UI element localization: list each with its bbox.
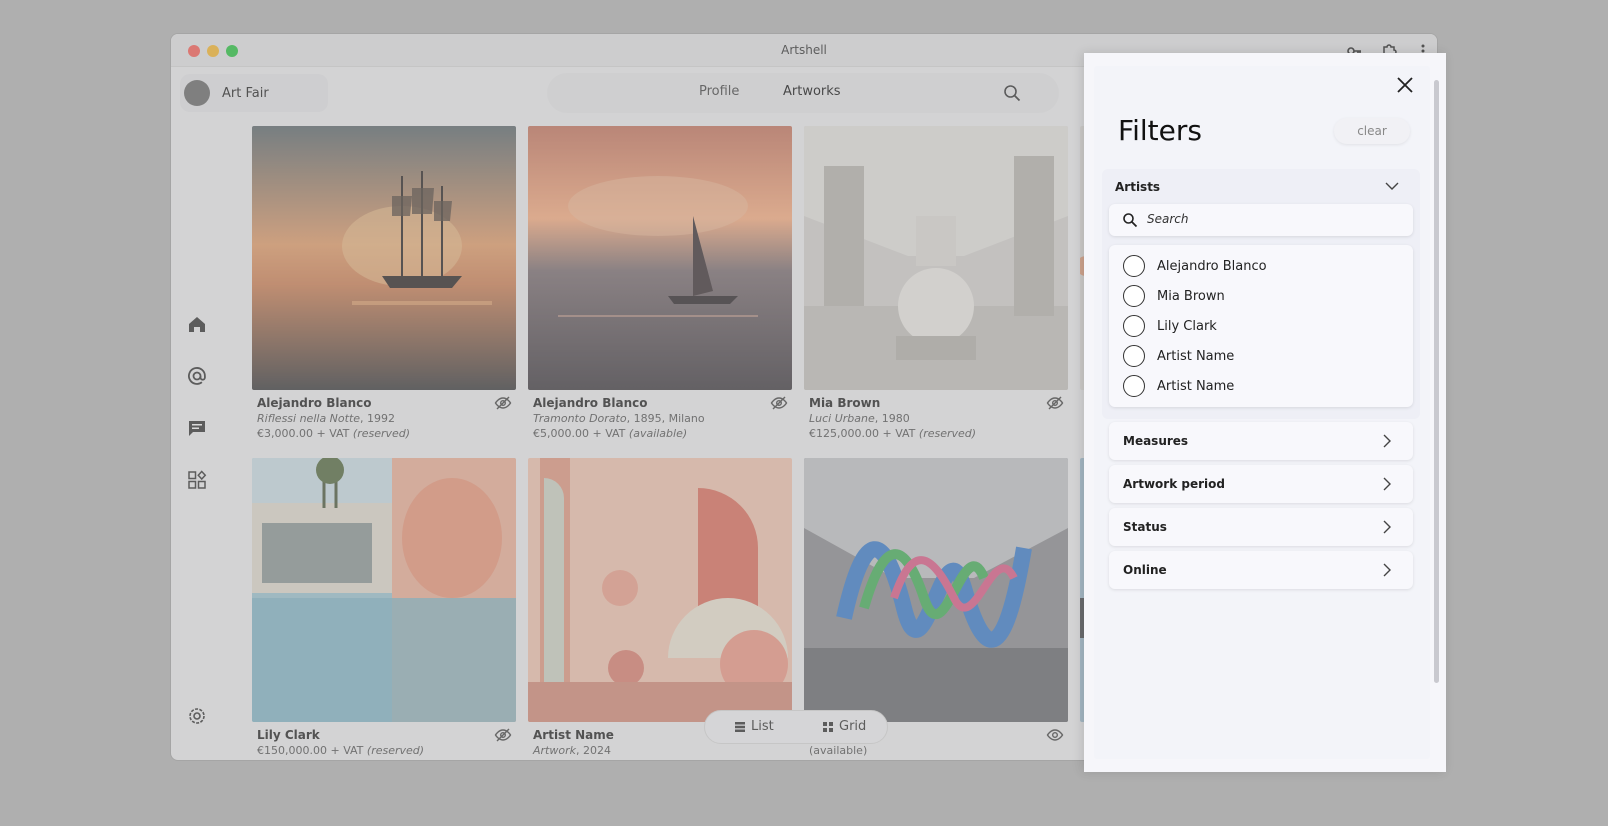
artist-option[interactable]: Mia Brown [1123, 285, 1225, 307]
radio-button[interactable] [1123, 285, 1145, 307]
section-title: Artwork period [1123, 477, 1225, 491]
section-title: Status [1123, 520, 1167, 534]
chevron-right-icon [1379, 519, 1395, 535]
clear-filters-button[interactable]: clear [1334, 118, 1410, 144]
artists-filter-section: Artists Search Alejandro Blanco Mia Brow… [1102, 169, 1420, 419]
filters-panel-content: Filters clear Artists Search Alejandro B… [1094, 66, 1439, 759]
artist-search-input[interactable]: Search [1109, 204, 1413, 236]
section-title: Measures [1123, 434, 1189, 448]
chevron-right-icon [1379, 476, 1395, 492]
artist-option[interactable]: Artist Name [1123, 375, 1234, 397]
chevron-down-icon[interactable] [1384, 178, 1400, 194]
radio-button[interactable] [1123, 375, 1145, 397]
search-icon [1122, 212, 1138, 228]
chevron-right-icon [1379, 562, 1395, 578]
artist-search-placeholder: Search [1147, 212, 1189, 226]
artist-option-label: Alejandro Blanco [1157, 258, 1267, 274]
artist-option[interactable]: Artist Name [1123, 345, 1234, 367]
section-title: Online [1123, 563, 1167, 577]
status-filter-section[interactable]: Status [1109, 508, 1413, 546]
artist-option-label: Artist Name [1157, 378, 1235, 394]
artists-section-title[interactable]: Artists [1115, 180, 1160, 194]
filters-title: Filters [1118, 114, 1202, 147]
artwork-period-filter-section[interactable]: Artwork period [1109, 465, 1413, 503]
radio-button[interactable] [1123, 255, 1145, 277]
panel-scrollbar[interactable] [1434, 80, 1439, 683]
artist-option[interactable]: Lily Clark [1123, 315, 1217, 337]
close-icon[interactable] [1394, 74, 1416, 96]
measures-filter-section[interactable]: Measures [1109, 422, 1413, 460]
artist-option-label: Artist Name [1157, 348, 1235, 364]
filters-panel: Filters clear Artists Search Alejandro B… [1084, 53, 1446, 772]
artist-option[interactable]: Alejandro Blanco [1123, 255, 1267, 277]
artist-options-list: Alejandro Blanco Mia Brown Lily Clark Ar… [1109, 245, 1413, 407]
artist-option-label: Lily Clark [1157, 318, 1217, 334]
radio-button[interactable] [1123, 345, 1145, 367]
online-filter-section[interactable]: Online [1109, 551, 1413, 589]
artist-option-label: Mia Brown [1157, 288, 1225, 304]
chevron-right-icon [1379, 433, 1395, 449]
radio-button[interactable] [1123, 315, 1145, 337]
